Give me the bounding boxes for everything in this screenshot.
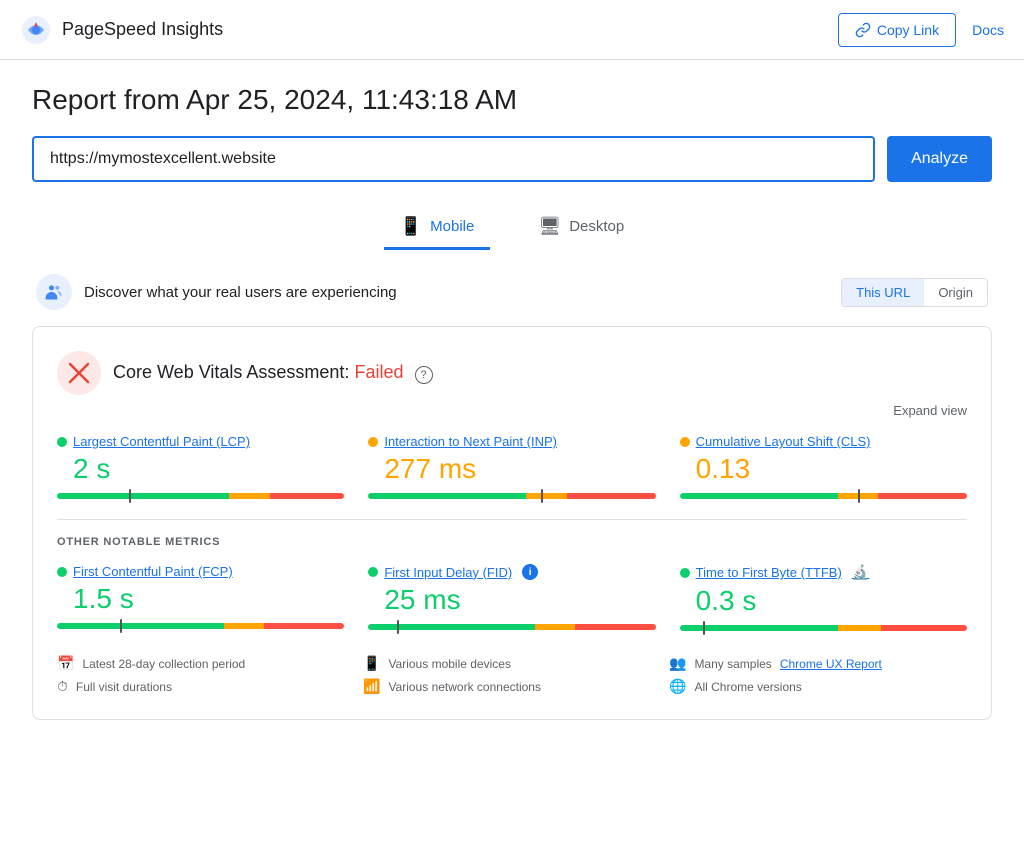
metric-cls: Cumulative Layout Shift (CLS) 0.13 — [680, 434, 967, 503]
chrome-ux-report-link[interactable]: Chrome UX Report — [780, 657, 882, 671]
app-title: PageSpeed Insights — [62, 19, 223, 40]
metric-inp-value: 277 ms — [384, 453, 655, 485]
users-text: Discover what your real users are experi… — [84, 284, 397, 301]
header-right: Copy Link Docs — [838, 13, 1004, 47]
footer-info: 📅 Latest 28-day collection period ⏱ Full… — [57, 655, 967, 695]
expand-view[interactable]: Expand view — [57, 403, 967, 418]
users-icon — [44, 282, 64, 302]
link-icon — [855, 22, 871, 38]
metric-ttfb-value: 0.3 s — [696, 585, 967, 617]
beaker-icon: 🔬 — [852, 564, 869, 581]
cwv-metrics-grid: Largest Contentful Paint (LCP) 2 s Inter… — [57, 434, 967, 503]
lcp-dot — [57, 437, 67, 447]
metric-inp-label[interactable]: Interaction to Next Paint (INP) — [368, 434, 655, 449]
inp-dot — [368, 437, 378, 447]
calendar-icon: 📅 — [57, 655, 74, 672]
fcp-bar — [57, 623, 344, 629]
cwv-info-icon[interactable]: ? — [415, 366, 433, 384]
other-metrics-grid: First Contentful Paint (FCP) 1.5 s First — [57, 564, 967, 635]
metric-ttfb-label[interactable]: Time to First Byte (TTFB) 🔬 — [680, 564, 967, 581]
mobile-devices-icon: 📱 — [363, 655, 380, 672]
fid-info-icon[interactable]: i — [522, 564, 538, 580]
origin-button[interactable]: Origin — [924, 279, 987, 306]
metric-lcp: Largest Contentful Paint (LCP) 2 s — [57, 434, 344, 503]
users-icon-circle — [36, 274, 72, 310]
footer-mobile-devices: 📱 Various mobile devices — [363, 655, 661, 672]
url-origin-toggle: This URL Origin — [841, 278, 988, 307]
report-title: Report from Apr 25, 2024, 11:43:18 AM — [32, 84, 992, 116]
fid-dot — [368, 567, 378, 577]
globe-icon: 🌐 — [669, 678, 686, 695]
cwv-header: Core Web Vitals Assessment: Failed ? — [57, 351, 967, 395]
fcp-dot — [57, 567, 67, 577]
tab-mobile-label: Mobile — [430, 218, 474, 235]
docs-link[interactable]: Docs — [972, 22, 1004, 38]
copy-link-button[interactable]: Copy Link — [838, 13, 956, 47]
users-section: Discover what your real users are experi… — [32, 274, 992, 310]
analyze-button[interactable]: Analyze — [887, 136, 992, 182]
url-input[interactable] — [32, 136, 875, 182]
metric-lcp-value: 2 s — [73, 453, 344, 485]
metric-ttfb: Time to First Byte (TTFB) 🔬 0.3 s — [680, 564, 967, 635]
copy-link-label: Copy Link — [877, 22, 939, 38]
pagespeed-logo-icon — [20, 14, 52, 46]
tabs-container: 📱 Mobile 🖥 Desktop — [32, 206, 992, 250]
lcp-bar — [57, 493, 344, 499]
cwv-status: Failed — [354, 362, 403, 382]
metric-inp: Interaction to Next Paint (INP) 277 ms — [368, 434, 655, 503]
fid-bar — [368, 624, 655, 630]
url-row: Analyze — [32, 136, 992, 182]
footer-network: 📶 Various network connections — [363, 678, 661, 695]
timer-icon: ⏱ — [57, 678, 68, 695]
section-divider — [57, 519, 967, 520]
footer-full-visit: ⏱ Full visit durations — [57, 678, 355, 695]
metric-fcp-value: 1.5 s — [73, 583, 344, 615]
tab-desktop[interactable]: 🖥 Desktop — [522, 206, 640, 250]
metric-cls-value: 0.13 — [696, 453, 967, 485]
this-url-button[interactable]: This URL — [842, 279, 924, 306]
cls-bar — [680, 493, 967, 499]
cwv-title: Core Web Vitals Assessment: Failed ? — [113, 362, 433, 384]
footer-many-samples: 👥 Many samples Chrome UX Report — [669, 655, 967, 672]
tab-mobile[interactable]: 📱 Mobile — [384, 206, 491, 250]
metric-lcp-label[interactable]: Largest Contentful Paint (LCP) — [57, 434, 344, 449]
other-metrics-label: OTHER NOTABLE METRICS — [57, 536, 967, 548]
footer-chrome-versions: 🌐 All Chrome versions — [669, 678, 967, 695]
cls-dot — [680, 437, 690, 447]
metric-fid-label[interactable]: First Input Delay (FID) i — [368, 564, 655, 580]
ttfb-bar — [680, 625, 967, 631]
footer-col-2: 📱 Various mobile devices 📶 Various netwo… — [363, 655, 661, 695]
metric-fid: First Input Delay (FID) i 25 ms — [368, 564, 655, 635]
cwv-fail-icon — [67, 361, 91, 385]
main-content: Report from Apr 25, 2024, 11:43:18 AM An… — [0, 60, 1024, 760]
network-icon: 📶 — [363, 678, 380, 695]
header: PageSpeed Insights Copy Link Docs — [0, 0, 1024, 60]
metric-fid-value: 25 ms — [384, 584, 655, 616]
ttfb-dot — [680, 568, 690, 578]
tab-desktop-label: Desktop — [569, 218, 624, 235]
footer-col-3: 👥 Many samples Chrome UX Report 🌐 All Ch… — [669, 655, 967, 695]
metric-fcp: First Contentful Paint (FCP) 1.5 s — [57, 564, 344, 635]
mobile-icon: 📱 — [400, 216, 422, 237]
metric-fcp-label[interactable]: First Contentful Paint (FCP) — [57, 564, 344, 579]
footer-28day: 📅 Latest 28-day collection period — [57, 655, 355, 672]
cwv-card: Core Web Vitals Assessment: Failed ? Exp… — [32, 326, 992, 720]
desktop-icon: 🖥 — [538, 216, 561, 237]
cwv-icon — [57, 351, 101, 395]
metric-cls-label[interactable]: Cumulative Layout Shift (CLS) — [680, 434, 967, 449]
footer-col-1: 📅 Latest 28-day collection period ⏱ Full… — [57, 655, 355, 695]
header-left: PageSpeed Insights — [20, 14, 223, 46]
inp-bar — [368, 493, 655, 499]
users-left: Discover what your real users are experi… — [36, 274, 397, 310]
people-icon: 👥 — [669, 655, 686, 672]
